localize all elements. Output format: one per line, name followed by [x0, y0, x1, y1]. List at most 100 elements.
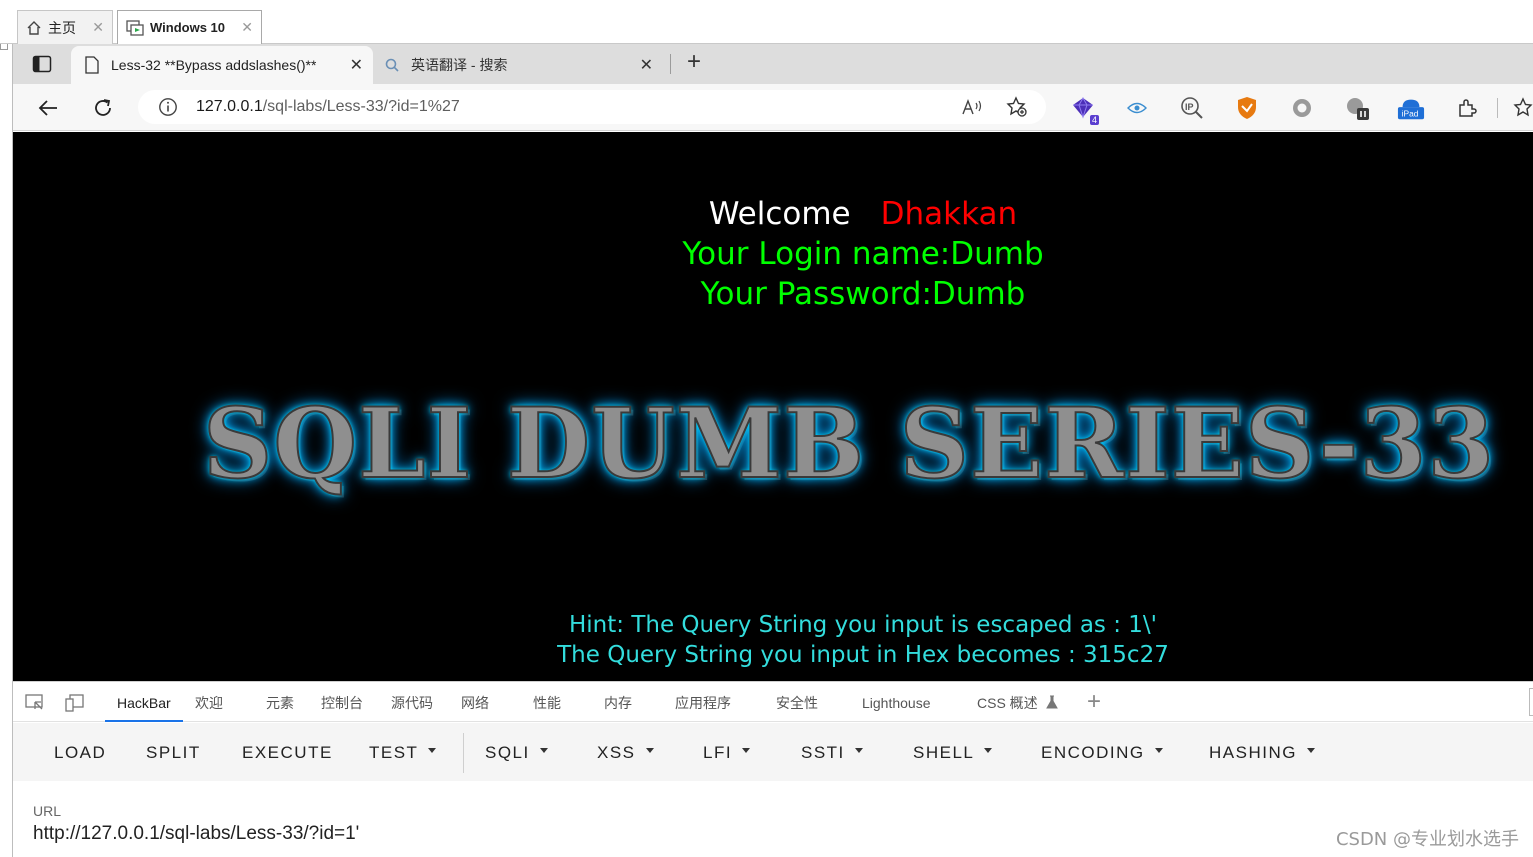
- welcome-line: Welcome Dhakkan: [13, 196, 1533, 232]
- device-emulation-icon[interactable]: [63, 692, 87, 714]
- devtools-tab-memory[interactable]: 内存: [604, 682, 632, 722]
- vm-tab-home[interactable]: 主页 ✕: [17, 10, 113, 44]
- devtools-tab-lighthouse[interactable]: Lighthouse: [862, 682, 931, 722]
- hackbar-lfi-menu[interactable]: LFI: [703, 723, 751, 781]
- address-url[interactable]: 127.0.0.1/sql-labs/Less-33/?id=1%27: [196, 98, 460, 116]
- vm-tab-windows10[interactable]: Windows 10 ✕: [117, 10, 262, 44]
- devtools-tab-application[interactable]: 应用程序: [675, 682, 731, 722]
- hackbar-sqli-menu[interactable]: SQLI: [485, 723, 548, 781]
- refresh-icon: [95, 99, 111, 116]
- hackbar-url-input[interactable]: http://127.0.0.1/sql-labs/Less-33/?id=1': [33, 823, 359, 845]
- csdn-watermark: CSDN @专业划水选手: [1335, 829, 1519, 850]
- toolbar-separator: [1497, 98, 1498, 118]
- user-tag-text: Dhakkan: [880, 196, 1018, 232]
- page-viewport: Welcome Dhakkan Your Login name:Dumb Your…: [13, 132, 1533, 681]
- hackbar-test-menu[interactable]: TEST: [369, 723, 437, 781]
- hackbar-encoding-label: ENCODING: [1041, 743, 1145, 762]
- devtools-scroll-indicator[interactable]: [1529, 688, 1533, 716]
- hackbar-test-label: TEST: [369, 743, 419, 762]
- read-aloud-icon[interactable]: [960, 95, 984, 119]
- devtools-tab-css-overview-label: CSS 概述: [977, 695, 1038, 711]
- dropdown-caret-icon: [428, 748, 437, 754]
- vm-icon: [126, 19, 144, 36]
- address-bar[interactable]: 127.0.0.1/sql-labs/Less-33/?id=1%27: [138, 90, 1046, 124]
- back-button[interactable]: [33, 93, 63, 123]
- tab-actions-button[interactable]: [29, 52, 55, 76]
- puzzle-badge-extension-icon[interactable]: [1343, 94, 1371, 122]
- hackbar-ssti-menu[interactable]: SSTI: [801, 723, 863, 781]
- dropdown-caret-icon: [539, 748, 548, 754]
- welcome-text: Welcome: [708, 196, 851, 232]
- favorites-icon[interactable]: [1509, 94, 1533, 122]
- browser-tab-title: Less-32 **Bypass addslashes()**: [111, 57, 317, 73]
- eye-extension-icon[interactable]: [1123, 94, 1151, 122]
- close-tab-icon[interactable]: ✕: [640, 55, 653, 75]
- password-text: Your Password:Dumb: [700, 276, 1026, 312]
- devtools-tab-css-overview[interactable]: CSS 概述: [977, 682, 1058, 722]
- devtools-tab-welcome[interactable]: 欢迎: [195, 682, 223, 722]
- vm-tab-home-close-icon[interactable]: ✕: [92, 19, 104, 36]
- refresh-button[interactable]: [88, 93, 118, 123]
- devtools-tab-bar: HackBar 欢迎 元素 控制台 源代码 网络 性能 内存 应用程序 安全性 …: [13, 682, 1533, 722]
- devtools-tab-network[interactable]: 网络: [461, 682, 489, 722]
- dropdown-caret-icon: [1154, 748, 1163, 754]
- circle-extension-icon[interactable]: [1288, 94, 1316, 122]
- vm-tab-home-label: 主页: [48, 19, 76, 36]
- add-favorite-icon[interactable]: [1005, 95, 1029, 119]
- navigation-bar: 127.0.0.1/sql-labs/Less-33/?id=1%27 4 IP…: [13, 84, 1533, 131]
- hint-escaped-text: Hint: The Query String you input is esca…: [568, 612, 1157, 638]
- hackbar-lfi-label: LFI: [703, 743, 733, 762]
- more-tools-plus-icon[interactable]: +: [1087, 688, 1101, 716]
- browser-tab-active[interactable]: Less-32 **Bypass addslashes()** ✕: [71, 46, 373, 84]
- hackbar-divider: [463, 733, 464, 773]
- svg-text:IP: IP: [1185, 102, 1194, 112]
- hackbar-split-button[interactable]: SPLIT: [146, 723, 201, 781]
- browser-tab-bar: Less-32 **Bypass addslashes()** ✕ 英语翻译 -…: [13, 44, 1533, 84]
- ipad-extension-icon[interactable]: iPad: [1397, 94, 1425, 122]
- dropdown-caret-icon: [1306, 748, 1315, 754]
- hackbar-xss-menu[interactable]: XSS: [597, 723, 654, 781]
- dropdown-caret-icon: [984, 748, 993, 754]
- browser-tab-inactive[interactable]: 英语翻译 - 搜索 ✕: [381, 46, 663, 84]
- devtools-tab-security[interactable]: 安全性: [776, 682, 818, 722]
- devtools-tab-sources[interactable]: 源代码: [391, 682, 433, 722]
- extensions-icon[interactable]: [1453, 94, 1481, 122]
- close-tab-icon[interactable]: ✕: [350, 55, 363, 75]
- site-info-icon[interactable]: [158, 97, 178, 117]
- gem-extension-icon[interactable]: 4: [1069, 94, 1099, 125]
- vm-tab-windows10-label: Windows 10: [150, 20, 226, 35]
- address-host: 127.0.0.1: [196, 98, 263, 115]
- hackbar-load-button[interactable]: LOAD: [54, 723, 106, 781]
- dropdown-caret-icon: [645, 748, 654, 754]
- hackbar-encoding-menu[interactable]: ENCODING: [1041, 723, 1163, 781]
- hackbar-shell-menu[interactable]: SHELL: [913, 723, 993, 781]
- gem-extension-badge: 4: [1089, 115, 1099, 125]
- devtools-tab-console[interactable]: 控制台: [321, 682, 363, 722]
- hackbar-sqli-label: SQLI: [485, 743, 530, 762]
- hackbar-execute-button[interactable]: EXECUTE: [242, 723, 333, 781]
- devtools-tab-hackbar[interactable]: HackBar: [105, 682, 183, 722]
- tab-separator: [670, 54, 671, 74]
- hackbar-url-panel: URL http://127.0.0.1/sql-labs/Less-33/?i…: [13, 781, 1533, 857]
- ipad-extension-label: iPad: [1402, 108, 1419, 118]
- inspect-element-icon[interactable]: [23, 692, 47, 714]
- browser-tab-title: 英语翻译 - 搜索: [411, 57, 508, 73]
- search-icon: [385, 58, 399, 72]
- shield-extension-icon[interactable]: [1233, 94, 1261, 122]
- vm-tab-strip: 主页 ✕ Windows 10 ✕: [0, 0, 1533, 44]
- hackbar-hashing-menu[interactable]: HASHING: [1209, 723, 1315, 781]
- hackbar-shell-label: SHELL: [913, 743, 975, 762]
- devtools-tab-elements[interactable]: 元素: [266, 682, 294, 722]
- ip-extension-icon[interactable]: IP: [1178, 94, 1206, 122]
- back-arrow-icon: [38, 100, 57, 116]
- new-tab-button[interactable]: +: [681, 50, 707, 76]
- hint-hex-text: The Query String you input in Hex become…: [557, 642, 1169, 668]
- vm-left-edge: [0, 0, 13, 857]
- hackbar-url-label: URL: [33, 803, 62, 819]
- devtools-tab-performance[interactable]: 性能: [533, 682, 561, 722]
- sqli-banner-image: SQLI DUMB SERIES-33: [202, 386, 1496, 501]
- hackbar-hashing-label: HASHING: [1209, 743, 1297, 762]
- hackbar-toolbar: LOAD SPLIT EXECUTE TEST SQLI XSS LFI SST…: [13, 723, 1533, 781]
- tab-actions-icon: [32, 55, 52, 73]
- vm-tab-windows10-close-icon[interactable]: ✕: [241, 19, 253, 36]
